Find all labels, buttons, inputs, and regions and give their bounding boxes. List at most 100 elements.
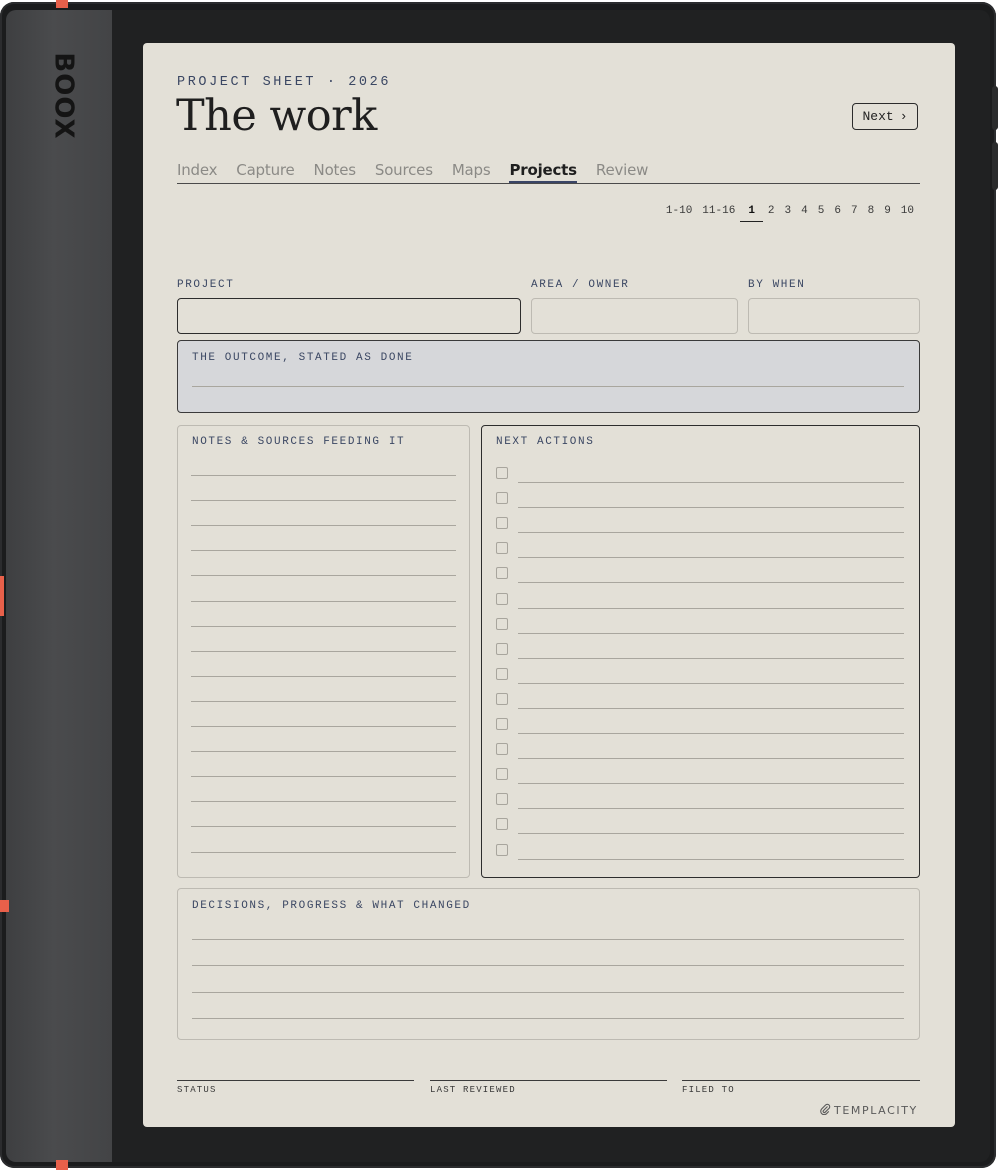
project-field[interactable] — [177, 298, 521, 334]
outcome-label: THE OUTCOME, STATED AS DONE — [192, 352, 414, 364]
decisions-writing-line — [192, 965, 904, 967]
notes-writing-line — [191, 525, 456, 527]
action-checkbox[interactable] — [496, 843, 508, 856]
status-label: STATUS — [177, 1085, 217, 1095]
notes-writing-line — [191, 675, 456, 677]
last-reviewed-label: LAST REVIEWED — [430, 1085, 516, 1095]
notes-writing-line — [191, 700, 456, 702]
section-tabs: Index Capture Notes Sources Maps Projects Revi… — [177, 161, 920, 184]
device-left-bezel: BOOX — [6, 10, 112, 1162]
decisions-writing-line — [192, 991, 904, 993]
tab-projects[interactable]: Projects — [509, 161, 577, 183]
outcome-box[interactable]: THE OUTCOME, STATED AS DONE — [177, 340, 920, 413]
decisions-box[interactable]: DECISIONS, PROGRESS & WHAT CHANGED — [177, 888, 920, 1040]
action-writing-line — [518, 557, 904, 559]
action-checkbox[interactable] — [496, 567, 508, 580]
action-writing-line — [518, 582, 904, 584]
action-checkbox[interactable] — [496, 718, 508, 730]
pager-page-3[interactable]: 3 — [780, 204, 797, 222]
decisions-label: DECISIONS, PROGRESS & WHAT CHANGED — [192, 900, 471, 912]
action-checkbox[interactable] — [496, 542, 508, 555]
side-button-top[interactable] — [992, 86, 998, 130]
notes-writing-line — [191, 826, 456, 828]
action-writing-line — [518, 632, 904, 634]
action-checkbox[interactable] — [496, 617, 508, 630]
side-button-bottom[interactable] — [992, 142, 998, 190]
e-ink-screen: PROJECT SHEET · 2026 The work Next › Ind… — [143, 43, 955, 1127]
notes-writing-line — [191, 600, 456, 602]
action-checkbox[interactable] — [496, 517, 508, 530]
area-owner-field[interactable] — [531, 298, 738, 334]
chevron-right-icon: › — [899, 109, 908, 124]
project-label: PROJECT — [177, 279, 235, 291]
pager-page-4[interactable]: 4 — [796, 204, 813, 222]
decisions-writing-line — [192, 939, 904, 940]
brand-text: BOOX — [49, 52, 79, 140]
action-writing-line — [518, 858, 904, 860]
next-actions-box[interactable]: NEXT ACTIONS — [481, 425, 920, 878]
notes-writing-line — [191, 625, 456, 627]
page-pager: 1-10 11-16 1 2 3 4 5 6 7 8 9 10 — [609, 204, 919, 222]
tab-notes[interactable]: Notes — [314, 161, 357, 183]
action-writing-line — [518, 783, 904, 785]
action-writing-line — [518, 482, 904, 483]
status-line[interactable] — [177, 1080, 414, 1081]
pager-page-9[interactable]: 9 — [879, 204, 896, 222]
accent-mark-bottom — [56, 1160, 68, 1170]
action-writing-line — [518, 733, 904, 734]
notes-writing-line — [191, 801, 456, 803]
notes-writing-line — [191, 550, 456, 552]
action-checkbox[interactable] — [496, 492, 508, 505]
next-actions-label: NEXT ACTIONS — [496, 436, 595, 448]
action-writing-line — [518, 532, 904, 534]
notes-writing-line — [191, 776, 456, 778]
action-checkbox[interactable] — [496, 592, 508, 605]
action-writing-line — [518, 682, 904, 684]
notes-writing-line — [191, 851, 456, 853]
by-when-label: BY WHEN — [748, 279, 806, 291]
action-checkbox[interactable] — [496, 642, 508, 655]
pager-page-6[interactable]: 6 — [829, 204, 846, 222]
pager-page-10[interactable]: 10 — [896, 204, 919, 222]
next-page-button[interactable]: Next › — [852, 103, 918, 130]
action-checkbox[interactable] — [496, 467, 508, 479]
action-writing-line — [518, 507, 904, 509]
action-checkbox[interactable] — [496, 692, 508, 705]
action-checkbox[interactable] — [496, 743, 508, 756]
pager-page-8[interactable]: 8 — [863, 204, 880, 222]
logo-text: TEMPLACITY — [834, 1104, 918, 1117]
tab-capture[interactable]: Capture — [236, 161, 294, 183]
filed-to-line[interactable] — [682, 1080, 920, 1081]
pager-page-5[interactable]: 5 — [813, 204, 830, 222]
paperclip-icon — [819, 1103, 831, 1118]
action-writing-line — [518, 833, 904, 835]
notes-writing-line — [191, 726, 456, 727]
action-checkbox[interactable] — [496, 667, 508, 680]
pager-range-11-16[interactable]: 11-16 — [697, 204, 740, 222]
action-checkbox[interactable] — [496, 818, 508, 831]
tab-index[interactable]: Index — [177, 161, 217, 183]
pager-page-1[interactable]: 1 — [740, 204, 763, 222]
tab-review[interactable]: Review — [596, 161, 649, 183]
outcome-writing-line — [192, 386, 904, 387]
templacity-logo: TEMPLACITY — [819, 1103, 918, 1118]
notes-sources-box[interactable]: NOTES & SOURCES FEEDING IT — [177, 425, 470, 878]
area-owner-label: AREA / OWNER — [531, 279, 630, 291]
page-kicker: PROJECT SHEET · 2026 — [177, 75, 392, 90]
pager-page-2[interactable]: 2 — [763, 204, 780, 222]
page-title: The work — [176, 91, 377, 141]
pager-page-7[interactable]: 7 — [846, 204, 863, 222]
accent-mark-mid — [0, 576, 4, 616]
action-writing-line — [518, 607, 904, 609]
action-checkbox[interactable] — [496, 768, 508, 781]
notes-writing-line — [191, 575, 456, 577]
tab-maps[interactable]: Maps — [452, 161, 491, 183]
last-reviewed-line[interactable] — [430, 1080, 667, 1081]
tab-sources[interactable]: Sources — [375, 161, 433, 183]
next-button-label: Next — [862, 109, 894, 124]
action-writing-line — [518, 657, 904, 659]
action-checkbox[interactable] — [496, 793, 508, 806]
action-writing-line — [518, 808, 904, 810]
pager-range-1-10[interactable]: 1-10 — [661, 204, 697, 222]
by-when-field[interactable] — [748, 298, 920, 334]
